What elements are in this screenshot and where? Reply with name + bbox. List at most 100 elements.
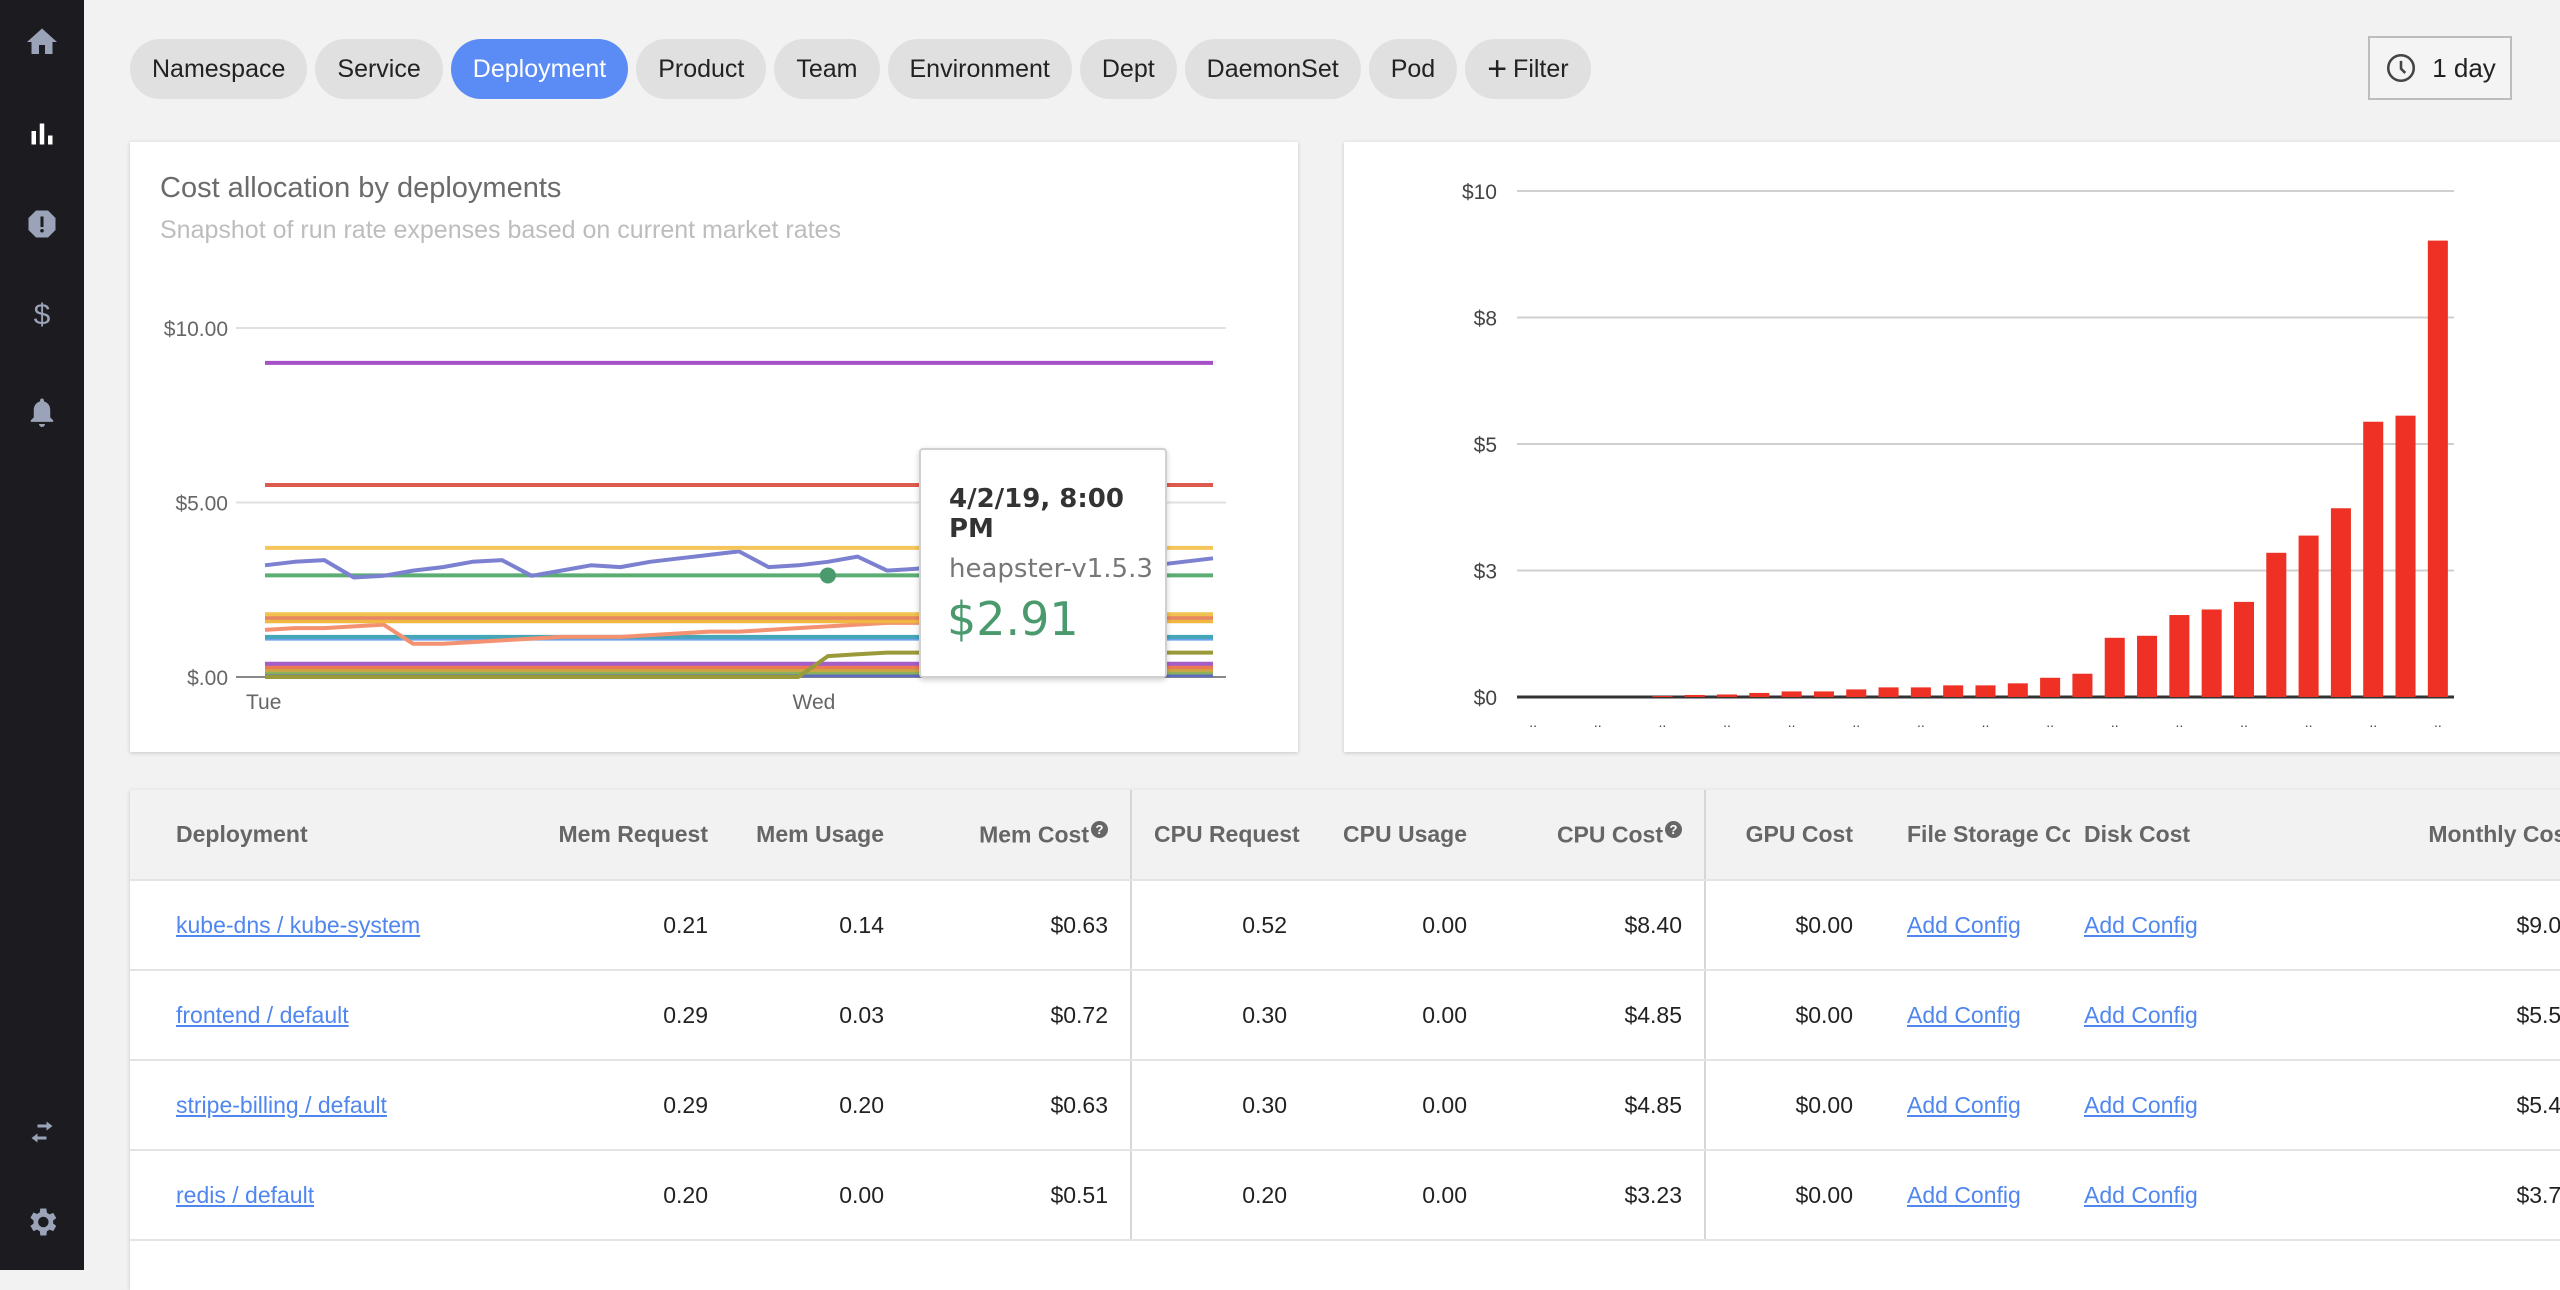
bar[interactable]	[1911, 687, 1931, 697]
col-deployment[interactable]: Deployment	[130, 790, 530, 880]
deployment-link[interactable]: redis / default	[176, 1182, 314, 1208]
bar[interactable]	[2040, 678, 2060, 697]
gear-icon[interactable]	[22, 1202, 62, 1242]
clock-icon	[2384, 51, 2418, 85]
col-gpu-cost[interactable]: GPU Cost	[1705, 790, 1875, 880]
bar[interactable]	[2105, 638, 2125, 697]
bar[interactable]	[1782, 691, 1802, 697]
cell-mem-request: 0.29	[530, 1060, 730, 1150]
cell-cpu-cost: $8.40	[1489, 880, 1705, 970]
cell-deployment: redis / default	[130, 1150, 530, 1240]
add-config-link[interactable]: Add Config	[2084, 1182, 2198, 1208]
home-icon[interactable]	[22, 22, 62, 62]
bar[interactable]	[1652, 696, 1672, 697]
x-tick-label: ..	[1723, 714, 1731, 730]
bar[interactable]	[2428, 241, 2448, 697]
bar[interactable]	[2137, 636, 2157, 697]
cell-mem-request: 0.29	[530, 970, 730, 1060]
y-tick-label: $.00	[187, 667, 228, 690]
cell-mem-cost: $0.72	[906, 970, 1131, 1060]
bar[interactable]	[1943, 685, 1963, 697]
time-range-button[interactable]: 1 day	[2368, 36, 2512, 100]
bar[interactable]	[1749, 693, 1769, 697]
chip-dept[interactable]: Dept	[1080, 39, 1177, 99]
bar[interactable]	[1717, 694, 1737, 697]
x-tick-label: ..	[2369, 714, 2377, 730]
add-config-link[interactable]: Add Config	[1907, 1002, 2021, 1028]
table-row: kube-dns / kube-system0.210.14$0.630.520…	[130, 880, 2560, 970]
add-config-link[interactable]: Add Config	[1907, 1182, 2021, 1208]
col-mem-usage[interactable]: Mem Usage	[730, 790, 906, 880]
chip-pod[interactable]: Pod	[1369, 39, 1457, 99]
chip-daemonset[interactable]: DaemonSet	[1185, 39, 1361, 99]
bar-chart-icon[interactable]	[22, 114, 62, 154]
dollar-icon[interactable]: $	[22, 294, 62, 334]
x-tick-label: ..	[2240, 714, 2248, 730]
y-tick-label: $0	[1474, 687, 1497, 710]
add-config-link[interactable]: Add Config	[2084, 912, 2198, 938]
cell-cpu-usage: 0.00	[1309, 970, 1489, 1060]
col-cpu-cost[interactable]: CPU Cost?	[1489, 790, 1705, 880]
time-range-label: 1 day	[2432, 53, 2496, 84]
cell-monthly-cost: $5.48	[2268, 1060, 2560, 1150]
bar[interactable]	[2008, 683, 2028, 697]
add-config-link[interactable]: Add Config	[2084, 1092, 2198, 1118]
bar[interactable]	[1814, 691, 1834, 697]
add-config-link[interactable]: Add Config	[1907, 912, 2021, 938]
cell-cpu-request: 0.20	[1131, 1150, 1309, 1240]
add-filter-button[interactable]: + Filter	[1465, 39, 1590, 99]
col-cpu-usage[interactable]: CPU Usage	[1309, 790, 1489, 880]
chip-namespace[interactable]: Namespace	[130, 39, 307, 99]
bar[interactable]	[2363, 422, 2383, 697]
alert-octagon-icon[interactable]	[22, 204, 62, 244]
cell-gpu-cost: $0.00	[1705, 880, 1875, 970]
bar[interactable]	[1975, 685, 1995, 697]
col-mem-request[interactable]: Mem Request	[530, 790, 730, 880]
chip-environment[interactable]: Environment	[888, 39, 1072, 99]
chip-service[interactable]: Service	[315, 39, 442, 99]
bar[interactable]	[2202, 609, 2222, 697]
bar[interactable]	[2266, 553, 2286, 697]
swap-arrows-icon[interactable]	[22, 1112, 62, 1152]
bar[interactable]	[2396, 416, 2416, 697]
svg-text:$: $	[34, 299, 51, 332]
col-file-storage-cost[interactable]: File Storage Co	[1875, 790, 2070, 880]
cell-mem-usage: 0.20	[730, 1060, 906, 1150]
bar[interactable]	[2169, 615, 2189, 697]
col-disk-cost[interactable]: Disk Cost	[2070, 790, 2268, 880]
chip-deployment[interactable]: Deployment	[451, 39, 628, 99]
cell-file-storage: Add Config	[1875, 1060, 2070, 1150]
x-tick-label: ..	[2111, 714, 2119, 730]
cell-cpu-request: 0.30	[1131, 1060, 1309, 1150]
bar[interactable]	[1879, 687, 1899, 697]
cell-gpu-cost: $0.00	[1705, 1060, 1875, 1150]
bar[interactable]	[2234, 602, 2254, 697]
chip-product[interactable]: Product	[636, 39, 766, 99]
chip-team[interactable]: Team	[774, 39, 879, 99]
cell-mem-usage: 0.00	[730, 1150, 906, 1240]
col-mem-cost[interactable]: Mem Cost?	[906, 790, 1131, 880]
cell-deployment: stripe-billing / default	[130, 1060, 530, 1150]
help-icon[interactable]: ?	[1665, 821, 1682, 838]
deployment-link[interactable]: stripe-billing / default	[176, 1092, 387, 1118]
cell-cpu-request: 0.52	[1131, 880, 1309, 970]
bar-chart[interactable]: $0$3$5$8$10.............................…	[1344, 142, 2560, 752]
main-content: Namespace Service Deployment Product Tea…	[84, 0, 2560, 1270]
deployment-link[interactable]: frontend / default	[176, 1002, 349, 1028]
col-cpu-request[interactable]: CPU Request	[1131, 790, 1309, 880]
cell-mem-request: 0.21	[530, 880, 730, 970]
bar[interactable]	[1685, 695, 1705, 697]
bar[interactable]	[2299, 536, 2319, 697]
bell-icon[interactable]	[22, 392, 62, 432]
col-monthly-cost[interactable]: Monthly Cost	[2268, 790, 2560, 880]
help-icon[interactable]: ?	[1091, 821, 1108, 838]
bar[interactable]	[1846, 689, 1866, 697]
bar[interactable]	[2331, 508, 2351, 697]
cell-cpu-usage: 0.00	[1309, 1060, 1489, 1150]
add-config-link[interactable]: Add Config	[2084, 1002, 2198, 1028]
x-tick-label: ..	[1529, 714, 1537, 730]
bar[interactable]	[2072, 674, 2092, 697]
cell-disk-cost: Add Config	[2070, 1060, 2268, 1150]
deployment-link[interactable]: kube-dns / kube-system	[176, 912, 420, 938]
add-config-link[interactable]: Add Config	[1907, 1092, 2021, 1118]
